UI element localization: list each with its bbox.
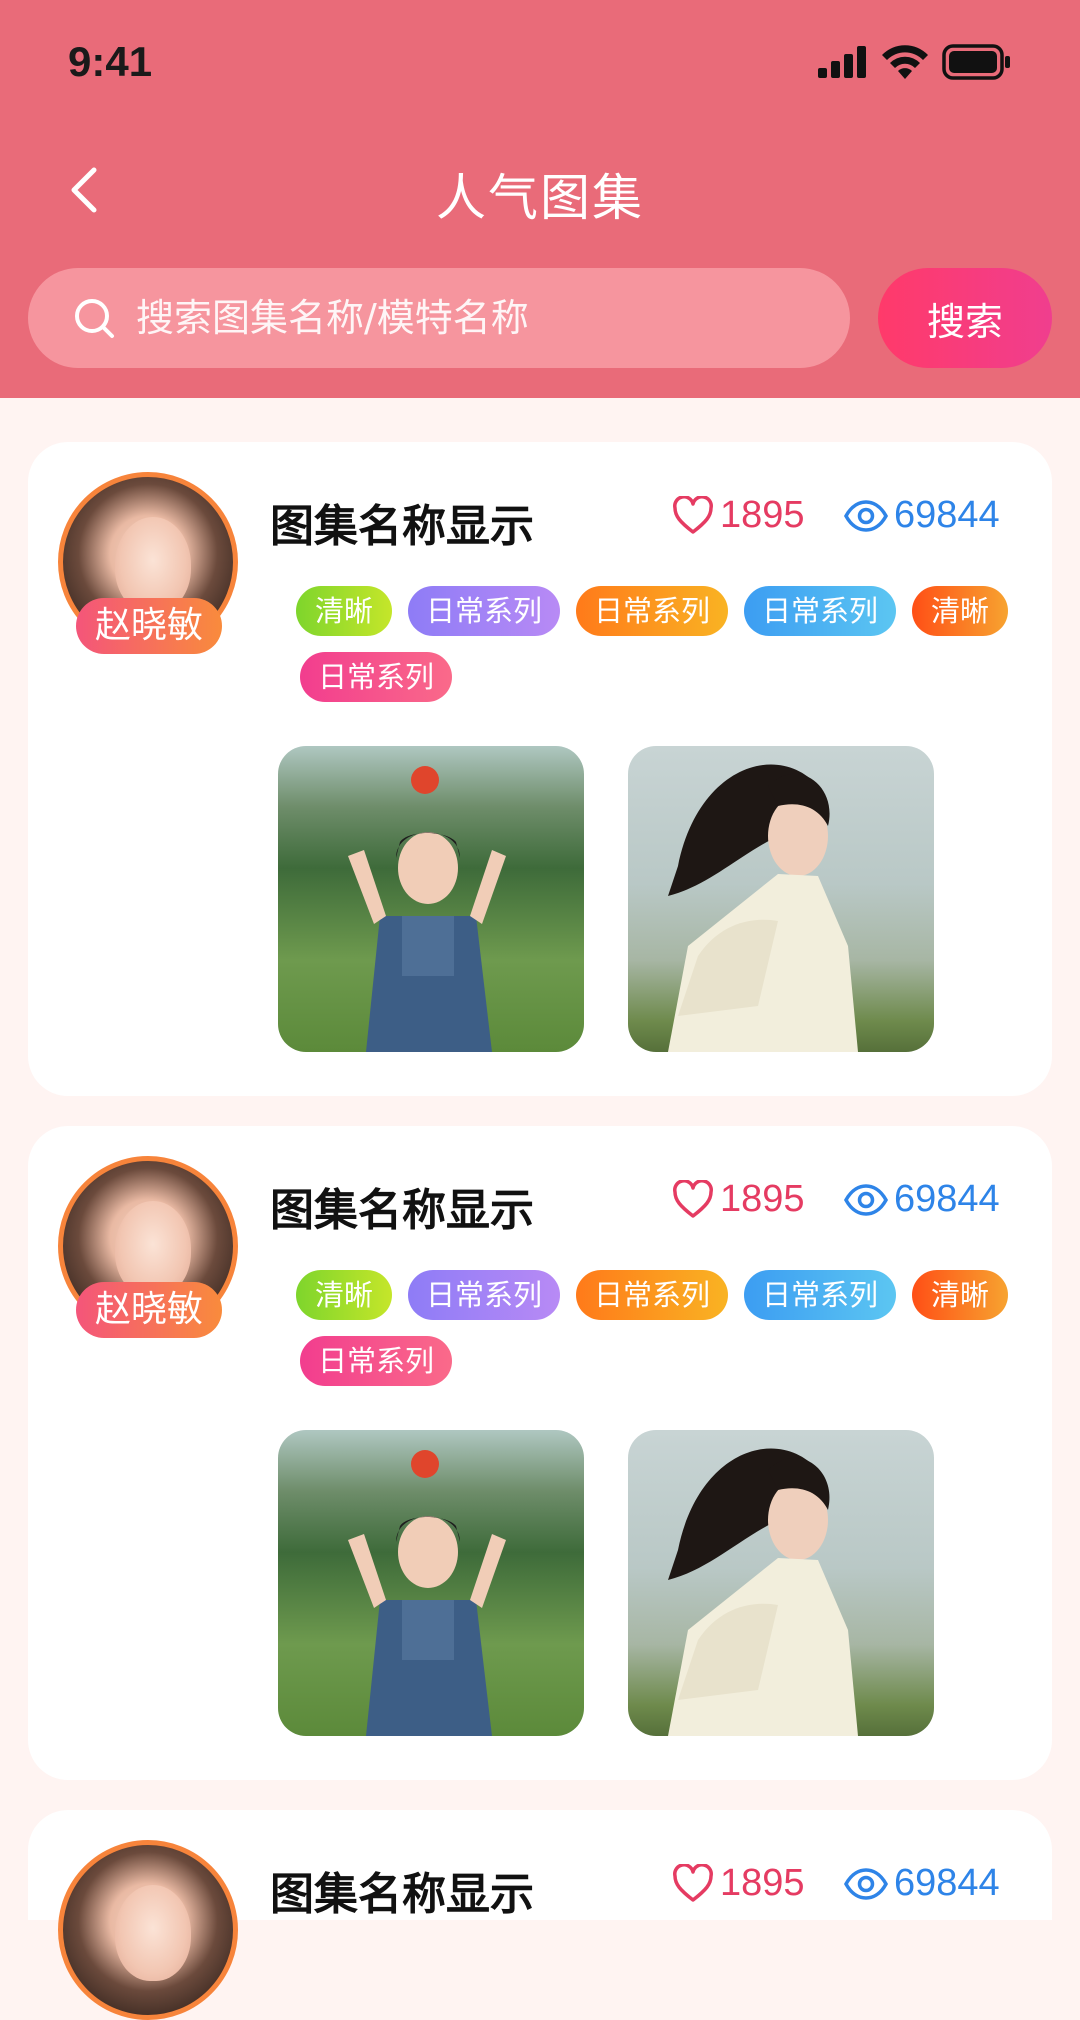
avatar (58, 1840, 238, 2020)
tag[interactable]: 日常系列 (744, 586, 896, 636)
tag[interactable]: 清晰 (912, 586, 1008, 636)
likes[interactable]: 1895 (672, 494, 805, 537)
tag[interactable]: 日常系列 (408, 586, 560, 636)
tag[interactable]: 日常系列 (408, 1270, 560, 1320)
photo-figure-woman-wind (668, 764, 858, 1052)
album-card[interactable]: 图集名称显示 1895 69844 (28, 1810, 1052, 2020)
heart-icon (673, 1179, 713, 1218)
tag[interactable]: 日常系列 (300, 652, 452, 702)
eye-icon (844, 1183, 888, 1216)
tag[interactable]: 日常系列 (744, 1270, 896, 1320)
likes-count: 1895 (720, 1178, 805, 1220)
album-photo[interactable] (628, 1430, 934, 1736)
views: 69844 (844, 494, 1000, 537)
status-icons (818, 44, 1012, 80)
album-photo[interactable] (628, 746, 934, 1052)
album-photo[interactable] (278, 1430, 584, 1736)
wifi-icon (882, 45, 928, 79)
search-button[interactable]: 搜索 (878, 268, 1052, 368)
search-input[interactable] (136, 268, 826, 368)
views-count: 69844 (894, 1862, 1000, 1904)
model-avatar[interactable] (58, 1840, 238, 2020)
views: 69844 (844, 1178, 1000, 1221)
nav-bar: 人气图集 (0, 150, 1080, 230)
heart-icon (673, 1863, 713, 1902)
album-photo[interactable] (278, 746, 584, 1052)
tag[interactable]: 日常系列 (300, 1336, 452, 1386)
tag[interactable]: 日常系列 (576, 1270, 728, 1320)
search-icon (75, 299, 114, 338)
photo-figure-girl-juggling (348, 1450, 506, 1736)
model-name-badge: 赵晓敏 (76, 1282, 222, 1338)
album-title: 图集名称显示 (270, 501, 534, 552)
signal-icon (818, 46, 866, 78)
likes-count: 1895 (720, 1862, 805, 1904)
tag[interactable]: 清晰 (296, 586, 392, 636)
likes[interactable]: 1895 (672, 1862, 805, 1905)
views-count: 69844 (894, 1178, 1000, 1220)
album-title: 图集名称显示 (270, 1185, 534, 1236)
header: 9:41 人气图集 搜索图集名称/模特名称 搜索 (0, 0, 1080, 398)
album-card[interactable]: 赵晓敏 图集名称显示 1895 69844 清晰 日常系列 日常系列 日常系列 … (28, 442, 1052, 1096)
model-avatar[interactable]: 赵晓敏 (58, 1156, 238, 1338)
tag[interactable]: 清晰 (296, 1270, 392, 1320)
photo-figure-woman-wind (668, 1448, 858, 1736)
eye-icon (844, 499, 888, 532)
search-row: 搜索 (28, 268, 1052, 368)
tag[interactable]: 清晰 (912, 1270, 1008, 1320)
heart-icon (673, 495, 713, 534)
likes-count: 1895 (720, 494, 805, 536)
status-bar: 9:41 (0, 0, 1080, 130)
album-card[interactable]: 赵晓敏 图集名称显示 1895 69844 清晰 日常系列 日常系列 日常系列 … (28, 1126, 1052, 1780)
views-count: 69844 (894, 494, 1000, 536)
album-title: 图集名称显示 (270, 1869, 534, 1920)
page-title: 人气图集 (436, 169, 644, 227)
tag[interactable]: 日常系列 (576, 586, 728, 636)
eye-icon (844, 1867, 888, 1900)
photo-figure-girl-juggling (348, 766, 506, 1052)
likes[interactable]: 1895 (672, 1178, 805, 1221)
battery-icon (942, 44, 1010, 80)
model-name-badge: 赵晓敏 (76, 598, 222, 654)
model-avatar[interactable]: 赵晓敏 (58, 472, 238, 654)
search-box[interactable] (28, 268, 850, 368)
status-time: 9:41 (68, 38, 153, 85)
views: 69844 (844, 1862, 1000, 1905)
